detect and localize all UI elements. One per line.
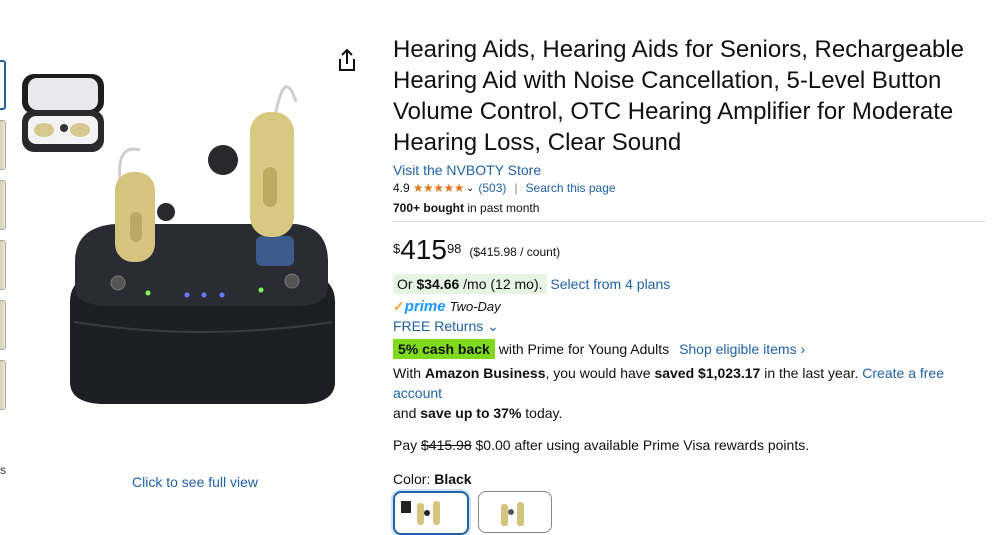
review-count-link[interactable]: (503) [478, 181, 506, 195]
star-rating-icon[interactable]: ★★★★★ [413, 181, 465, 195]
thumbnail-2[interactable] [0, 120, 6, 170]
amazon-business-offer: With Amazon Business, you would have sav… [393, 365, 944, 421]
thumbnail-6[interactable] [0, 360, 6, 410]
monthly-payment-badge: Or $34.66 /mo (12 mo). [393, 274, 547, 294]
divider [393, 221, 985, 222]
swatch-black[interactable] [393, 491, 469, 535]
price: $ 415 98 ($415.98 / count) [393, 236, 993, 264]
two-day-label: Two-Day [449, 299, 501, 314]
product-info: Hearing Aids, Hearing Aids for Seniors, … [393, 34, 993, 535]
thumbnail-4[interactable] [0, 240, 6, 290]
share-button[interactable] [335, 48, 359, 74]
color-swatches [393, 491, 993, 535]
rating-row: 4.9 ★★★★★ ⌄ (503) | Search this page [393, 181, 993, 195]
shop-eligible-items-link[interactable]: Shop eligible items › [679, 341, 805, 357]
separator: | [514, 181, 518, 195]
thumbnail-strip [0, 60, 6, 420]
click-to-see-full-view-link[interactable]: Click to see full view [132, 474, 258, 490]
rating-value: 4.9 [393, 181, 410, 195]
share-icon [339, 48, 355, 71]
color-value: Black [434, 471, 472, 487]
price-whole: 415 [400, 234, 447, 265]
thumbnail-3[interactable] [0, 180, 6, 230]
color-selector: Color: Black [393, 471, 993, 535]
cash-back-row: 5% cash back with Prime for Young Adults… [393, 339, 993, 359]
thumbnail-1[interactable] [0, 60, 6, 110]
prime-visa-offer: Pay $415.98 $0.00 after using available … [393, 437, 810, 453]
select-plans-link[interactable]: Select from 4 plans [550, 276, 670, 292]
bought-in-past-month: 700+ bought in past month [393, 201, 540, 215]
stray-text: s [0, 463, 6, 477]
monthly-payment-row: Or $34.66 /mo (12 mo). Select from 4 pla… [393, 274, 993, 294]
product-title: Hearing Aids, Hearing Aids for Seniors, … [393, 36, 964, 156]
prime-logo: prime [404, 298, 446, 315]
free-returns-link[interactable]: FREE Returns ⌄ [393, 318, 993, 335]
color-label: Color: [393, 471, 435, 487]
price-currency: $ [393, 241, 401, 256]
chevron-down-icon: ⌄ [487, 318, 499, 334]
cash-back-badge: 5% cash back [393, 339, 495, 359]
search-this-page-link[interactable]: Search this page [526, 181, 616, 195]
chevron-down-icon[interactable]: ⌄ [466, 183, 474, 194]
prime-shipping: ✓ prime Two-Day [393, 298, 993, 315]
price-fraction: 98 [446, 241, 462, 256]
prime-check-icon: ✓ [393, 298, 405, 314]
swatch-alternate[interactable] [478, 491, 552, 533]
visit-store-link[interactable]: Visit the NVBOTY Store [393, 162, 993, 178]
main-product-image[interactable] [60, 72, 345, 417]
unit-price: ($415.98 / count) [469, 245, 561, 259]
thumbnail-5[interactable] [0, 300, 6, 350]
cash-back-text: with Prime for Young Adults [494, 341, 670, 357]
